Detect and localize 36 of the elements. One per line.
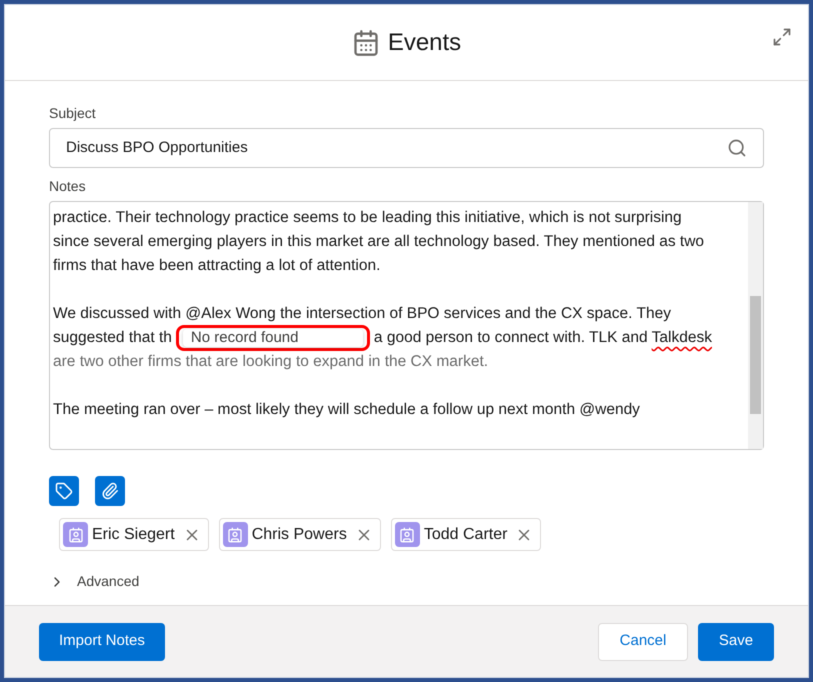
notes-line: a good person to connect with. TLK and: [374, 328, 648, 348]
tag-button[interactable]: [49, 476, 79, 506]
contact-pill[interactable]: Todd Carter: [390, 518, 542, 551]
scrollbar[interactable]: [748, 202, 763, 449]
advanced-toggle[interactable]: Advanced: [49, 571, 140, 592]
subject-field[interactable]: Discuss BPO Opportunities: [49, 128, 764, 168]
notes-line: practice. Their technology practice seems to be leading this initiative, which is not surprising: [53, 209, 682, 226]
subject-label: Subject: [49, 104, 97, 123]
contact-pill[interactable]: Chris Powers: [218, 518, 381, 551]
import-notes-button[interactable]: Import Notes: [39, 622, 165, 660]
cancel-button[interactable]: Cancel: [598, 622, 688, 660]
no-record-popup: No record found: [182, 329, 363, 347]
search-icon: [727, 138, 747, 158]
notes-line: suggested that th: [53, 328, 172, 348]
save-button[interactable]: Save: [698, 622, 774, 660]
notes-line: are two other firms that are looking to expand in the CX market.: [53, 353, 488, 370]
notes-line: The meeting ran over – most likely they will schedule a follow up next month @wendy: [53, 401, 640, 418]
calendar-icon: [352, 28, 380, 56]
misspelled-word: Talkdesk: [652, 328, 712, 348]
attach-button[interactable]: [95, 476, 125, 506]
notes-line: firms that have been attracting a lot of attention.: [53, 257, 380, 274]
notes-line: We discussed with @Alex Wong the intersection of BPO services and the CX space. They: [53, 305, 671, 322]
tag-icon: [55, 482, 73, 500]
contact-pill[interactable]: Eric Siegert: [59, 518, 209, 551]
notes-label: Notes: [49, 177, 87, 196]
contact-name: Chris Powers: [252, 524, 347, 544]
expand-button[interactable]: [772, 27, 792, 47]
notes-field[interactable]: [49, 201, 764, 450]
paperclip-icon: [101, 482, 119, 500]
contact-icon: [63, 522, 88, 547]
modal-title: Events: [388, 28, 462, 58]
contact-icon: [222, 522, 248, 547]
contact-name: Todd Carter: [424, 524, 508, 544]
notes-line: since several emerging players in this market are all technology based. They mentioned as two: [53, 233, 704, 250]
contact-name: Eric Siegert: [92, 524, 175, 544]
contact-icon: [394, 522, 420, 547]
